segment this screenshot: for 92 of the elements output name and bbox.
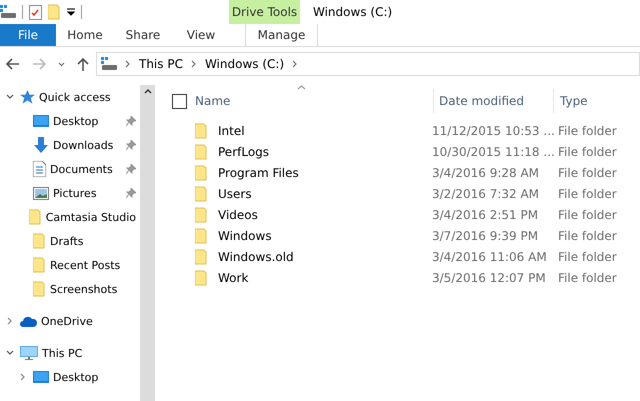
file-name[interactable]: Intel [218, 124, 432, 138]
folder-icon [195, 248, 208, 264]
drive-icon [0, 5, 16, 19]
file-name[interactable]: Windows [218, 228, 432, 242]
column-header[interactable]: Date modified [433, 89, 553, 113]
chevron-down-icon[interactable] [58, 62, 64, 66]
dropdown-icon[interactable] [67, 8, 75, 16]
folder-icon [28, 209, 42, 225]
star-icon [20, 90, 35, 104]
ribbon-tab[interactable]: Home [56, 24, 114, 46]
date-cell-text: 3/4/2016 2:51 PM [432, 208, 540, 222]
folder-icon [195, 206, 208, 222]
date-cell-text: 3/2/2016 7:32 AM [432, 186, 540, 200]
sidebar-item[interactable]: Quick access [39, 90, 111, 104]
chevron-right-icon[interactable] [6, 317, 14, 325]
context-tab-group: Drive Tools [229, 0, 300, 24]
folder-icon [195, 186, 208, 202]
address-bar[interactable]: This PC Windows (C:) [96, 52, 640, 76]
folder-icon [195, 144, 208, 160]
document-icon [33, 161, 46, 177]
type-cell-text: File folder [558, 144, 618, 158]
sidebar-item[interactable]: Drafts [50, 234, 84, 248]
date-cell-text: 3/4/2016 9:28 AM [432, 166, 540, 180]
back-arrow-icon[interactable] [6, 58, 20, 70]
window-title: Windows (C:) [312, 4, 392, 21]
sidebar-item[interactable]: Recent Posts [50, 258, 120, 272]
chevron-right-icon[interactable] [19, 373, 27, 381]
select-all-checkbox[interactable] [172, 94, 187, 108]
sidebar-item[interactable]: Screenshots [50, 282, 118, 296]
ribbon-tab[interactable]: View [172, 24, 230, 46]
sidebar-item[interactable]: This PC [42, 346, 82, 360]
file-name[interactable]: Users [218, 186, 432, 200]
chevron-right-icon [292, 60, 298, 68]
sidebar-item[interactable]: Documents [50, 162, 113, 176]
chevron-right-icon [190, 60, 197, 68]
folder-icon [33, 233, 46, 249]
ribbon-tab[interactable]: Share [114, 24, 172, 46]
sort-caret-icon[interactable] [297, 85, 306, 90]
sidebar-item[interactable]: Desktop [53, 114, 98, 128]
date-cell-text: 10/30/2015 11:18 ... [432, 144, 556, 158]
folder-icon [195, 122, 208, 138]
type-cell-text: File folder [558, 208, 618, 222]
breadcrumb[interactable]: This PC [139, 57, 183, 71]
type-cell-text: File folder [558, 124, 618, 138]
sidebar-item[interactable]: OneDrive [41, 314, 93, 328]
sidebar-item[interactable]: Desktop [53, 370, 98, 384]
file-name[interactable]: Work [218, 270, 432, 284]
column-header[interactable]: Type [553, 89, 633, 113]
chevron-down-icon[interactable] [6, 349, 14, 357]
chevron-down-icon[interactable] [6, 93, 14, 101]
ribbon-tab[interactable]: Manage [245, 24, 318, 46]
type-cell-text: File folder [558, 186, 618, 200]
folder-icon [33, 281, 46, 297]
folder-icon [48, 4, 61, 20]
scrollbar[interactable] [140, 85, 155, 401]
type-cell-text: File folder [558, 166, 618, 180]
folder-icon [195, 164, 208, 180]
file-name[interactable]: Videos [218, 208, 432, 222]
computer-icon [20, 346, 38, 360]
monitor-icon [33, 370, 49, 384]
cloud-icon [20, 316, 37, 326]
date-cell-text: 3/4/2016 11:06 AM [432, 250, 548, 264]
date-cell-text: 11/12/2015 10:53 ... [432, 124, 556, 138]
type-cell-text: File folder [558, 228, 618, 242]
date-cell-text: 3/7/2016 9:39 PM [432, 228, 540, 242]
download-arrow-icon [33, 137, 49, 153]
sidebar-item[interactable]: Camtasia Studio [46, 210, 136, 224]
file-name[interactable]: PerfLogs [218, 144, 432, 158]
type-cell-text: File folder [558, 250, 618, 264]
chevron-right-icon [125, 60, 131, 68]
scroll-up-icon[interactable] [144, 89, 152, 94]
column-header[interactable]: Name [195, 89, 433, 113]
pin-icon[interactable] [126, 140, 136, 150]
sidebar-item[interactable]: Downloads [53, 138, 114, 152]
folder-icon [195, 228, 208, 244]
file-name[interactable]: Program Files [218, 166, 432, 180]
type-cell-text: File folder [558, 270, 618, 284]
sidebar-item[interactable]: Pictures [53, 186, 97, 200]
checklist-icon[interactable] [29, 4, 42, 20]
file-name[interactable]: Windows.old [218, 250, 432, 264]
pin-icon[interactable] [126, 164, 136, 174]
pin-icon[interactable] [126, 116, 136, 126]
folder-icon [195, 270, 208, 286]
monitor-icon [33, 114, 49, 128]
up-arrow-icon[interactable] [77, 57, 89, 71]
pin-icon[interactable] [126, 188, 136, 198]
drive-icon [101, 57, 117, 71]
date-cell-text: 3/5/2016 12:07 PM [432, 270, 547, 284]
breadcrumb[interactable]: Windows (C:) [204, 57, 284, 71]
ribbon-tab[interactable]: File [0, 24, 56, 46]
folder-icon [33, 257, 46, 273]
image-icon [33, 186, 49, 200]
